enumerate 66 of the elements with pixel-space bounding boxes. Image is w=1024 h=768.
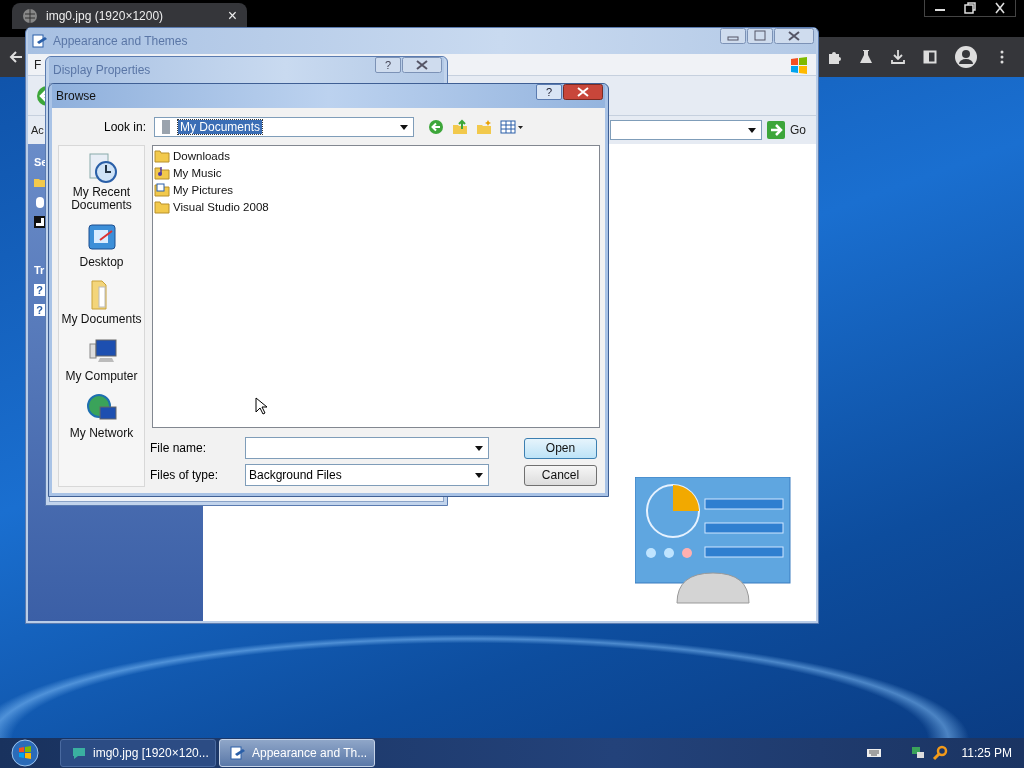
menu-item[interactable]: F: [34, 57, 42, 72]
help-icon: ?: [34, 304, 45, 316]
help-button[interactable]: ?: [375, 57, 401, 73]
control-panel-icon: [230, 745, 246, 761]
close-button[interactable]: [402, 57, 442, 73]
clock: 11:25 PM: [961, 746, 1012, 760]
file-name-field[interactable]: [245, 437, 489, 459]
tab-title: img0.jpg (1920×1200): [46, 9, 165, 23]
address-label: Ac: [31, 124, 44, 136]
control-panel-icon: [32, 33, 48, 49]
open-button[interactable]: Open: [524, 437, 597, 459]
address-field[interactable]: [610, 120, 762, 140]
pane-heading: Tr: [34, 264, 45, 276]
places-item[interactable]: My Network: [59, 393, 144, 440]
look-in-dropdown[interactable]: My Documents: [154, 117, 414, 137]
help-button[interactable]: ?: [536, 84, 562, 100]
search-icon[interactable]: [931, 745, 948, 761]
places-item[interactable]: My Computer: [59, 336, 144, 383]
file-list-item[interactable]: My Pictures: [154, 182, 234, 197]
up-folder-icon[interactable]: [452, 119, 468, 135]
file-type-label: Files of type:: [150, 468, 220, 482]
help-icon: ?: [34, 284, 45, 296]
globe-icon: [22, 8, 38, 24]
flask-icon[interactable]: [858, 49, 874, 65]
places-item[interactable]: My Documents: [59, 279, 144, 326]
file-list-item[interactable]: My Music: [154, 165, 222, 180]
places-item[interactable]: Desktop: [59, 222, 144, 269]
back-button-icon[interactable]: [428, 119, 444, 135]
mouse-cursor-icon: [255, 397, 267, 415]
download-icon[interactable]: [890, 49, 906, 65]
view-menu-icon[interactable]: [500, 119, 524, 135]
go-button[interactable]: Go: [767, 121, 806, 139]
puzzle-icon[interactable]: [826, 49, 842, 65]
file-type-dropdown[interactable]: Background Files: [245, 464, 489, 486]
places-item[interactable]: My Recent Documents: [59, 152, 144, 212]
folder-icon: [154, 199, 170, 214]
look-in-label: Look in:: [102, 120, 146, 134]
tab-close-button[interactable]: ×: [227, 7, 237, 25]
folder-icon: [154, 148, 170, 163]
dialog-title: Browse: [56, 89, 96, 103]
window-title: Appearance and Themes: [53, 34, 188, 48]
file-list-item[interactable]: Downloads: [154, 148, 230, 163]
caret-icon: [748, 127, 756, 133]
folder-icon: [34, 176, 46, 188]
browser-tab[interactable]: img0.jpg (1920×1200) ×: [12, 3, 247, 29]
picture-icon: [34, 216, 46, 228]
close-button[interactable]: [563, 84, 603, 100]
side-panel-icon[interactable]: [922, 49, 938, 65]
profile-avatar-icon[interactable]: [954, 45, 978, 69]
cancel-button[interactable]: Cancel: [524, 464, 597, 486]
windows-flag-icon: [788, 54, 810, 75]
close-button[interactable]: [774, 28, 814, 44]
mouse-icon: [34, 196, 46, 208]
caret-icon: [475, 472, 483, 478]
go-arrow-icon: [767, 121, 785, 139]
caret-icon: [475, 445, 483, 451]
caret-icon: [400, 124, 408, 130]
start-button-icon[interactable]: [11, 739, 39, 767]
file-list-item[interactable]: Visual Studio 2008: [154, 199, 269, 214]
back-arrow-icon[interactable]: [8, 49, 24, 65]
music-folder-icon: [154, 165, 170, 180]
network-icon[interactable]: [909, 745, 926, 761]
viewer-icon: [71, 745, 87, 761]
taskbar-item[interactable]: img0.jpg [1920×120...: [60, 739, 216, 767]
file-name-label: File name:: [150, 441, 208, 455]
window-title: Display Properties: [53, 63, 151, 77]
